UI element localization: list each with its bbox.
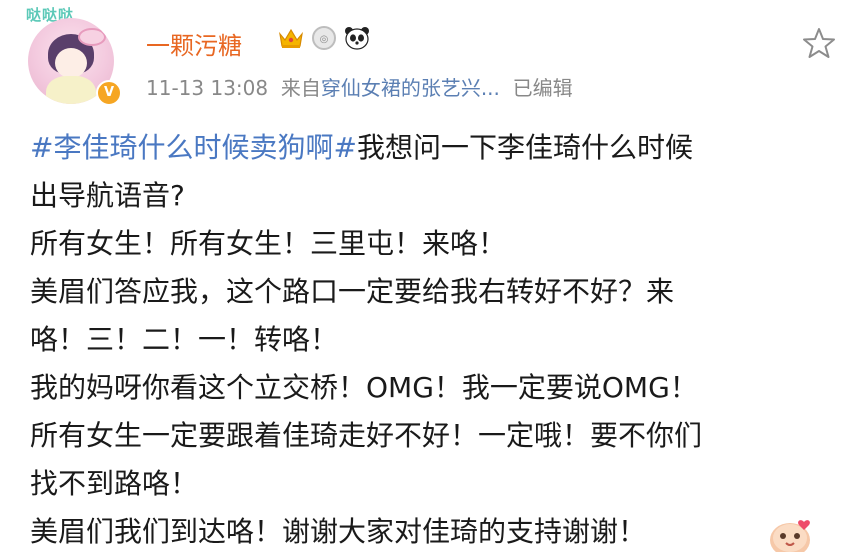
content-line: 所有女生！所有女生！三里屯！来咯！ bbox=[30, 227, 507, 260]
source-prefix: 来自 bbox=[280, 76, 321, 100]
content-line: 我的妈呀你看这个立交桥！OMG！我一定要说OMG！ bbox=[30, 371, 698, 404]
username[interactable]: 一颗污糖 bbox=[146, 26, 242, 61]
weibo-post-card: 哒哒哒 V 一颗污糖 ◎ 11-13 13:08 来自穿仙女裙的张艺兴... 已… bbox=[0, 0, 864, 552]
post-meta: 11-13 13:08 来自穿仙女裙的张艺兴... 已编辑 bbox=[146, 72, 573, 101]
crown-icon[interactable] bbox=[278, 26, 304, 50]
panda-icon[interactable] bbox=[344, 26, 370, 50]
avatar-bow bbox=[78, 28, 106, 46]
star-icon[interactable] bbox=[802, 26, 836, 60]
content-line: 美眉们答应我，这个路口一定要给我右转好不好？来 bbox=[30, 275, 675, 308]
content-line: 美眉们我们到达咯！谢谢大家对佳琦的支持谢谢！ bbox=[30, 515, 647, 548]
source-link[interactable]: 穿仙女裙的张艺兴... bbox=[321, 76, 500, 100]
content-line: 找不到路咯！ bbox=[30, 467, 199, 500]
content-line: 所有女生一定要跟着佳琦走好不好！一定哦！要不你们 bbox=[30, 419, 703, 452]
content-line: 出导航语音? bbox=[30, 179, 185, 212]
medal-icon[interactable]: ◎ bbox=[312, 26, 336, 50]
content-line: #李佳琦什么时候卖狗啊#我想问一下李佳琦什么时候 bbox=[30, 124, 840, 172]
edited-label[interactable]: 已编辑 bbox=[513, 76, 573, 100]
avatar-body bbox=[46, 76, 96, 104]
post-content: #李佳琦什么时候卖狗啊#我想问一下李佳琦什么时候 出导航语音? 所有女生！所有女… bbox=[30, 124, 840, 552]
avatar-face bbox=[55, 48, 87, 78]
user-badges: ◎ bbox=[278, 26, 370, 50]
svg-text:◎: ◎ bbox=[320, 34, 329, 45]
timestamp: 11-13 13:08 bbox=[146, 76, 269, 100]
avatar-container[interactable]: 哒哒哒 V bbox=[16, 4, 126, 108]
verified-icon: V bbox=[96, 80, 122, 106]
emoji-sticker-icon bbox=[764, 512, 816, 552]
content-text: 我想问一下李佳琦什么时候 bbox=[356, 131, 693, 164]
content-line: 咯！三！二！一！转咯！ bbox=[30, 323, 339, 356]
hashtag-link[interactable]: #李佳琦什么时候卖狗啊# bbox=[30, 131, 357, 164]
